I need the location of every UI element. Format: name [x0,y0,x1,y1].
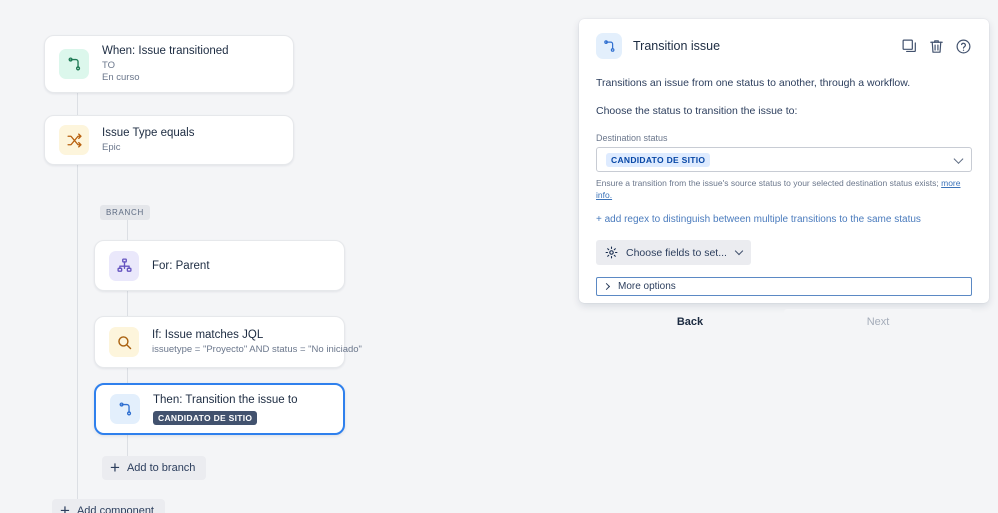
next-button: Next [784,309,972,335]
rule-node-text: For: Parent [152,259,210,273]
plus-icon: + [110,457,120,477]
rule-node-condition-jql[interactable]: If: Issue matches JQL issuetype = "Proye… [94,316,362,368]
rule-node-condition-issuetype[interactable]: Issue Type equals Epic [44,115,294,165]
panel-title: Transition issue [633,39,721,53]
connector-line [77,215,78,510]
destination-status-label: Destination status [596,133,668,143]
status-badge: CANDIDATO DE SITIO [153,410,258,425]
automation-rule-builder: BRANCH When: Issue transitioned TO En cu… [0,0,998,513]
destination-status-select[interactable]: CANDIDATO DE SITIO [596,147,972,172]
panel-header-actions [901,38,972,55]
selected-status-badge: CANDIDATO DE SITIO [606,152,711,167]
hint-text: Ensure a transition from the issue's sou… [596,178,942,188]
add-regex-link[interactable]: + add regex to distinguish between multi… [596,213,972,227]
rule-node-sub1: Epic [102,141,121,153]
panel-actions: Back Next [596,309,972,335]
rule-node-sub2: En curso [102,72,140,83]
connector-line [77,165,78,215]
choose-fields-label: Choose fields to set... [626,246,727,259]
add-component-button[interactable]: + Add component [52,499,165,513]
chevron-down-icon [953,153,964,164]
destination-status-hint: Ensure a transition from the issue's sou… [596,177,972,201]
more-options-label: More options [618,281,676,292]
rule-node-trigger[interactable]: When: Issue transitioned TO En curso [44,35,294,93]
panel-header: Transition issue [596,19,972,59]
rule-node-title: Issue Type equals [102,126,195,139]
help-icon[interactable] [955,38,972,55]
rule-node-text: When: Issue transitioned TO En curso [102,44,229,85]
panel-question: Choose the status to transition the issu… [596,105,798,117]
rule-node-text: Then: Transition the issue to CANDIDATO … [153,393,297,426]
trash-icon[interactable] [928,38,945,55]
rule-node-text: If: Issue matches JQL issuetype = "Proye… [152,328,362,357]
chevron-down-icon [734,246,744,255]
rule-node-action-transition[interactable]: Then: Transition the issue to CANDIDATO … [94,383,345,435]
rule-node-text: Issue Type equals Epic [102,126,195,155]
rule-node-branch-parent[interactable]: For: Parent [94,240,345,291]
rule-node-title: If: Issue matches JQL [152,328,264,341]
panel-description: Transitions an issue from one status to … [596,77,911,89]
rule-node-sub1: TO [102,59,116,71]
gear-icon [605,246,618,259]
shuffle-icon [59,125,89,155]
rule-node-sub1: issuetype = "Proyecto" AND status = "No … [152,343,362,355]
search-icon [109,327,139,357]
add-to-branch-button[interactable]: + Add to branch [102,456,207,480]
action-config-panel: Transition issue Transitions an issue fr… [579,19,989,335]
transition-icon [59,49,89,79]
chevron-right-icon [602,282,611,291]
plus-icon: + [60,500,70,513]
hierarchy-icon [109,250,139,281]
connector-line [127,291,128,316]
transition-icon [110,394,140,424]
rule-node-title: When: Issue transitioned [102,44,229,57]
rule-node-title: For: Parent [152,259,210,272]
back-button[interactable]: Back [596,309,784,335]
copy-icon[interactable] [901,38,918,55]
choose-fields-button[interactable]: Choose fields to set... [596,240,751,265]
branch-chip: BRANCH [100,205,150,220]
add-to-branch-label: Add to branch [126,462,196,474]
transition-icon [596,33,622,59]
rule-node-title: Then: Transition the issue to [153,393,298,406]
add-component-label: Add component [76,505,154,513]
more-options-toggle[interactable]: More options [596,277,972,296]
rule-canvas: BRANCH When: Issue transitioned TO En cu… [0,0,570,513]
connector-line [127,435,128,458]
